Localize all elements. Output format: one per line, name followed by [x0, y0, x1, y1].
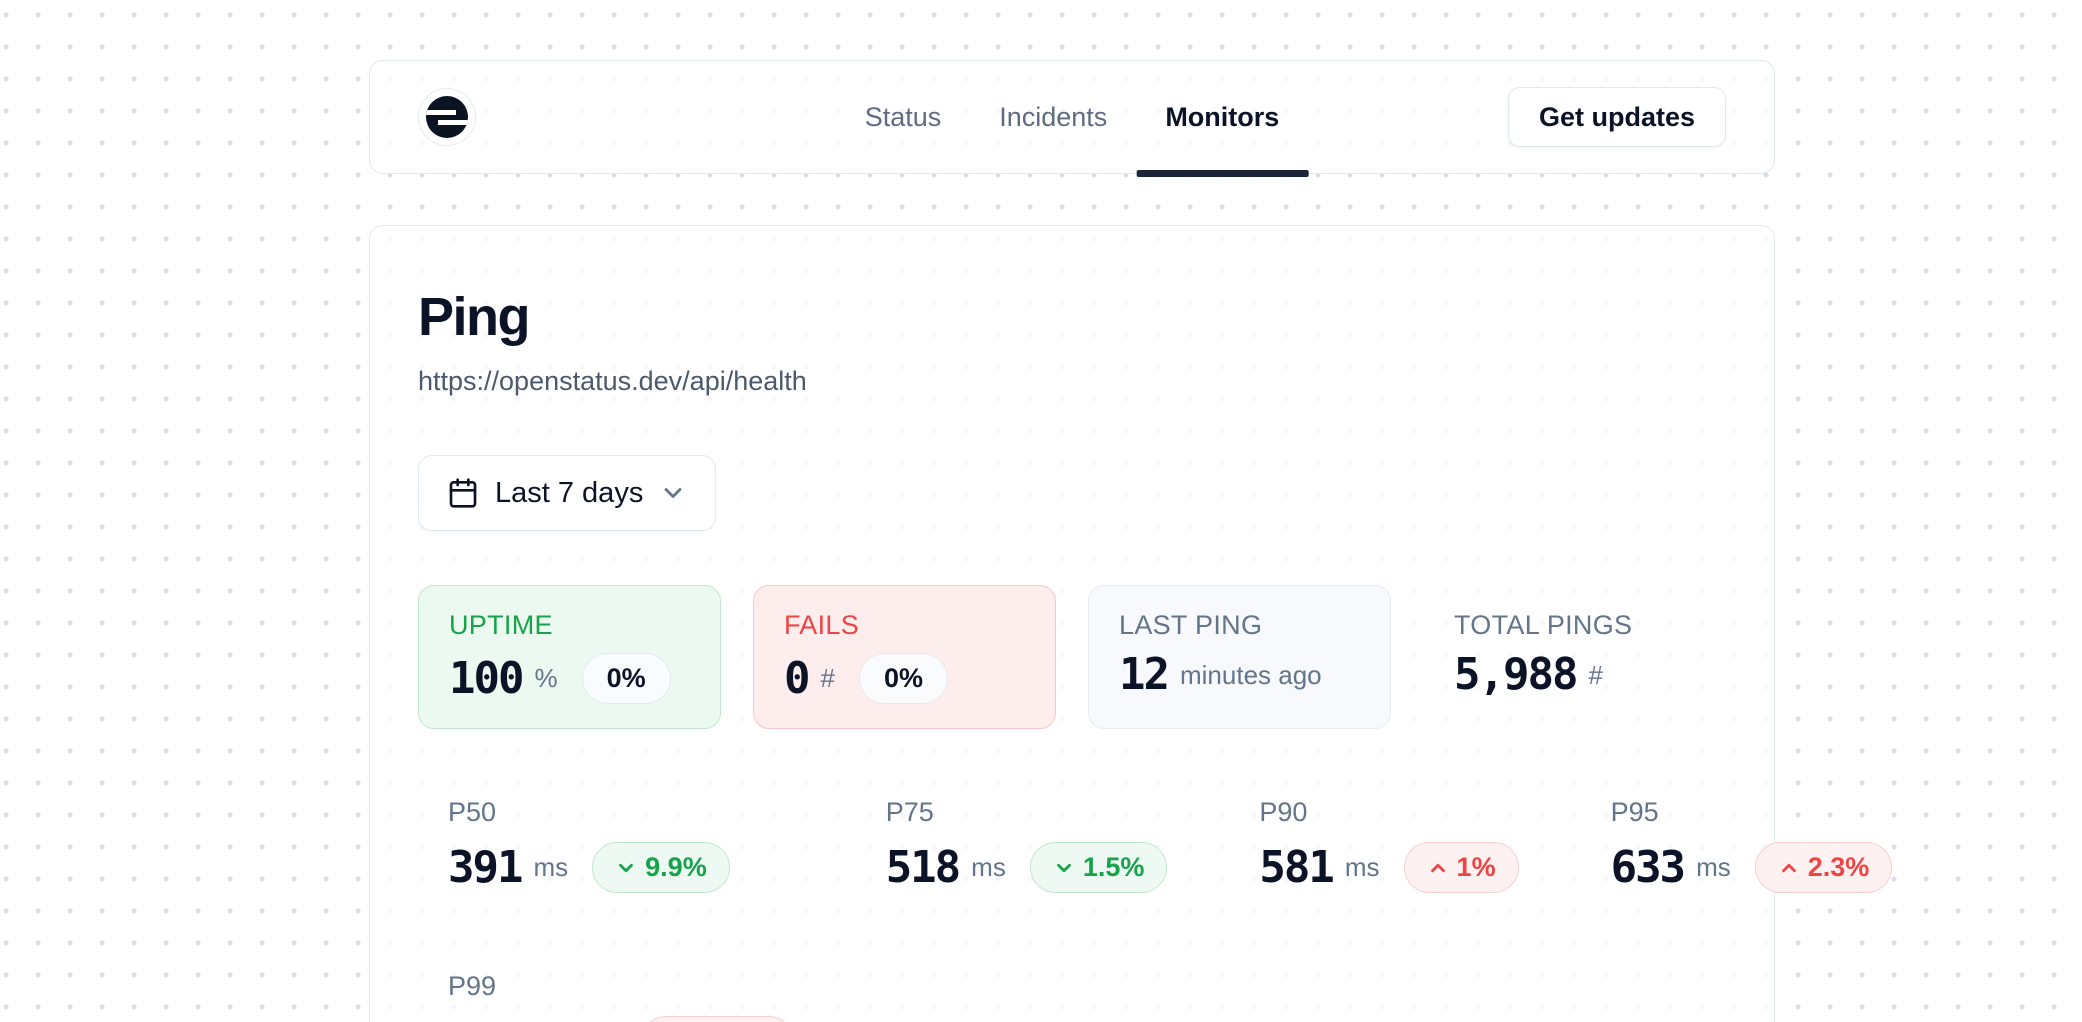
stat-label: LAST PING — [1119, 610, 1360, 641]
stat-card-uptime: UPTIME 100 % 0% — [418, 585, 721, 729]
stat-value: 12 — [1119, 653, 1168, 697]
percentile-unit: ms — [1345, 852, 1380, 883]
stat-suffix: # — [1588, 660, 1602, 691]
stat-delta-badge: 0% — [582, 653, 671, 704]
percentile-label: P50 — [448, 797, 794, 828]
tab-incidents[interactable]: Incidents — [970, 61, 1136, 173]
stat-suffix: # — [821, 663, 835, 694]
percentile-unit: ms — [971, 852, 1006, 883]
calendar-icon — [447, 477, 479, 509]
monitor-url: https://openstatus.dev/api/health — [418, 366, 1726, 397]
monitor-title: Ping — [418, 290, 1726, 344]
percentile-unit: ms — [1696, 852, 1731, 883]
stat-card-fails: FAILS 0 # 0% — [753, 585, 1056, 729]
percentile-label: P95 — [1611, 797, 1893, 828]
percentile-p90: P90 581 ms 1% — [1229, 773, 1548, 917]
date-range-select[interactable]: Last 7 days — [418, 455, 716, 531]
openstatus-logo[interactable] — [418, 88, 476, 146]
stat-value: 5,988 — [1454, 653, 1576, 697]
stat-delta-badge: 0% — [859, 653, 948, 704]
stat-label: TOTAL PINGS — [1454, 610, 1695, 641]
trend-badge: 1.5% — [1030, 842, 1168, 893]
chevron-down-icon — [659, 479, 687, 507]
stats-grid: UPTIME 100 % 0% FAILS 0 # 0% LAST PING — [418, 585, 1726, 729]
percentile-unit: ms — [533, 852, 568, 883]
percentiles-grid: P50 391 ms 9.9% P75 — [418, 773, 1726, 1022]
percentile-p99: P99 1,073 ms 39.9% — [418, 947, 824, 1022]
stat-card-total-pings: TOTAL PINGS 5,988 # — [1423, 585, 1726, 729]
percentile-value: 391 — [448, 846, 521, 890]
percentile-value: 633 — [1611, 846, 1684, 890]
stat-suffix: % — [534, 663, 557, 694]
trend-badge: 9.9% — [592, 842, 730, 893]
percentile-label: P99 — [448, 971, 794, 1002]
trend-badge: 1% — [1404, 842, 1519, 893]
percentile-p75: P75 518 ms 1.5% — [856, 773, 1198, 917]
trend-down-icon — [615, 857, 637, 879]
monitor-detail-card: Ping https://openstatus.dev/api/health L… — [369, 225, 1775, 1022]
get-updates-button[interactable]: Get updates — [1508, 87, 1726, 147]
trend-badge: 39.9% — [641, 1016, 794, 1022]
percentile-p95: P95 633 ms 2.3% — [1581, 773, 1923, 917]
trend-badge: 2.3% — [1755, 842, 1893, 893]
status-page: Status Incidents Monitors Get updates Pi… — [0, 0, 2082, 1022]
percentile-p50: P50 391 ms 9.9% — [418, 773, 824, 917]
trend-up-icon — [1427, 857, 1449, 879]
trend-up-icon — [1778, 857, 1800, 879]
top-nav-bar: Status Incidents Monitors Get updates — [369, 60, 1775, 174]
stat-card-last-ping: LAST PING 12 minutes ago — [1088, 585, 1391, 729]
nav-tabs: Status Incidents Monitors — [836, 61, 1309, 173]
stat-suffix: minutes ago — [1180, 660, 1322, 691]
tab-monitors[interactable]: Monitors — [1136, 61, 1308, 173]
openstatus-logo-icon — [426, 96, 468, 138]
date-range-value: Last 7 days — [495, 477, 643, 510]
trend-down-icon — [1053, 857, 1075, 879]
tab-status[interactable]: Status — [836, 61, 971, 173]
percentile-value: 581 — [1259, 846, 1332, 890]
percentile-label: P75 — [886, 797, 1168, 828]
stat-label: FAILS — [784, 610, 1025, 641]
stat-value: 100 — [449, 657, 522, 701]
stat-value: 0 — [784, 657, 809, 701]
stat-label: UPTIME — [449, 610, 690, 641]
percentile-value: 518 — [886, 846, 959, 890]
percentile-label: P90 — [1259, 797, 1518, 828]
